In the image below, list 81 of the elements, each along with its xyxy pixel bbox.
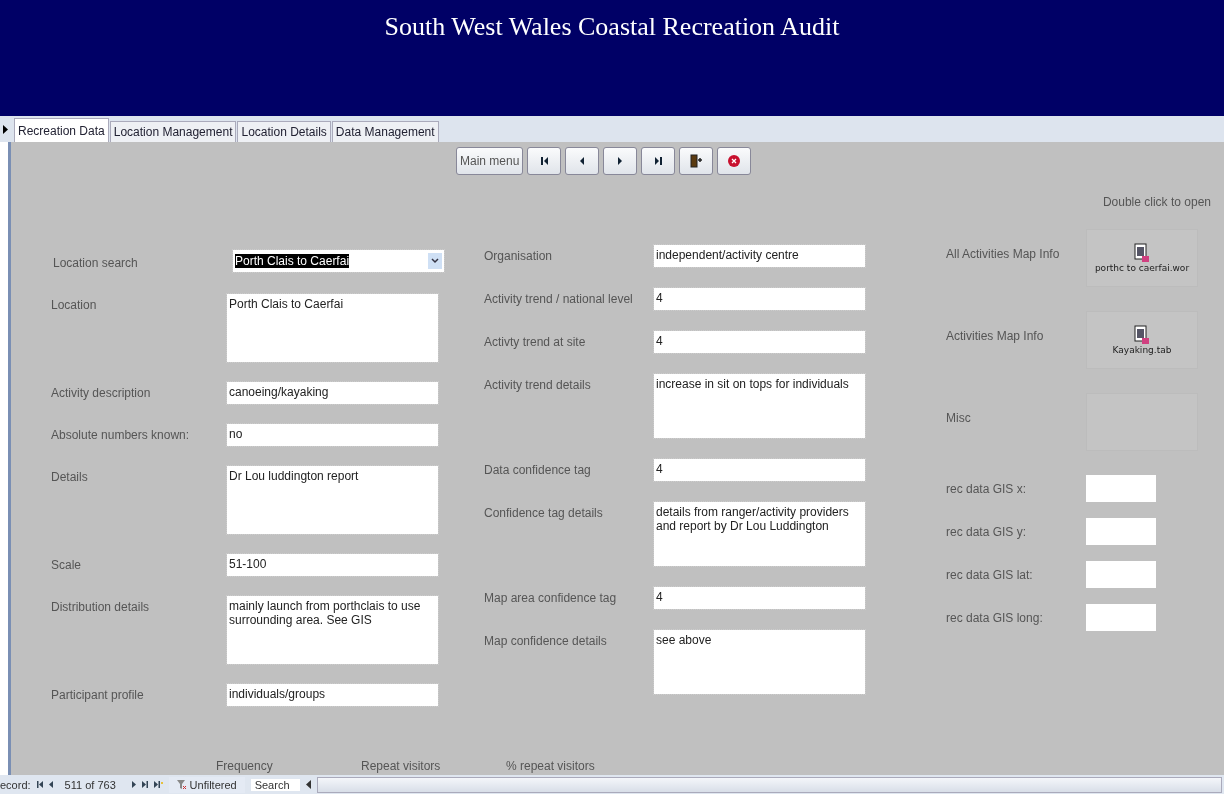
new-record-button[interactable] [679,147,714,175]
field-label: Participant profile [51,687,145,702]
tab[interactable]: Data Management [331,121,439,142]
next-icon [618,157,623,165]
first-record-icon[interactable] [36,781,43,788]
text-field[interactable]: increase in sit on tops for individuals [654,374,865,438]
field-label: rec data GIS long: [946,610,1044,625]
search-field[interactable]: Search [250,778,300,791]
field-label: Data confidence tag [484,462,592,477]
text-field[interactable]: Dr Lou luddington report [227,466,438,534]
filter-button[interactable]: Unfiltered [168,776,245,793]
field-label: Activity trend details [484,377,592,392]
text-field[interactable] [1086,604,1156,631]
column-header: Frequency [216,759,274,773]
text-field[interactable]: details from ranger/activity providers and report by Dr Lou Luddington [654,502,865,566]
text-field[interactable]: 4 [654,288,865,310]
text-field[interactable]: no [227,424,438,446]
previous-icon [580,157,585,165]
text-field[interactable]: 51-100 [227,554,438,576]
close-icon [728,155,741,167]
field-label: rec data GIS y: [946,524,1028,539]
text-field[interactable]: Porth Clais to Caerfai [227,294,438,362]
tab[interactable]: Location Details [237,121,331,142]
field-label: Misc [946,410,972,425]
field-label: Location search [53,255,139,270]
tab[interactable]: Location Management [109,121,237,142]
field-label: Distribution details [51,599,151,614]
text-field[interactable]: canoeing/kayaking [227,382,438,404]
document-icon [1134,325,1150,345]
record-position-field[interactable]: 511 of 763 [58,778,126,791]
field-label: Confidence tag details [484,505,604,520]
window-title: South West Wales Coastal Recreation Audit [384,12,840,42]
next-record-icon[interactable] [131,781,136,788]
field-label: Map area confidence tag [484,590,618,605]
text-field[interactable]: independent/activity centre [654,245,865,267]
column-header: % repeat visitors [506,759,596,773]
first-record-button[interactable] [527,147,562,175]
main-menu-button[interactable]: Main menu [456,147,524,175]
field-label: Map confidence details [484,633,608,648]
field-label: rec data GIS lat: [946,567,1034,582]
text-field[interactable]: 4 [654,331,865,353]
last-record-icon[interactable] [141,781,148,788]
field-label: Activity trend / national level [484,291,634,306]
field-label: All Activities Map Info [946,246,1061,261]
field-label: Absolute numbers known: [51,427,191,442]
close-button[interactable] [717,147,752,175]
field-label: Organisation [484,248,554,263]
previous-record-icon[interactable] [48,781,53,788]
location-combo-box[interactable]: Porth Clais to Caerfai [233,250,444,272]
tab[interactable]: Recreation Data [14,118,109,142]
door-icon [690,154,703,168]
text-field[interactable]: 4 [654,459,865,481]
last-record-button[interactable] [641,147,676,175]
field-label: Scale [51,557,83,572]
horizontal-scrollbar[interactable] [316,776,1222,793]
text-field[interactable] [1086,561,1156,588]
record-label: ecord: [0,778,31,791]
dropdown-icon [428,253,442,269]
record-selector-icon [3,124,8,134]
attachment-field[interactable]: Kayaking.tab [1086,311,1198,369]
text-field[interactable] [1086,475,1156,502]
first-icon [540,157,548,165]
scroll-left-icon[interactable] [305,780,311,789]
field-label: Details [51,469,89,484]
text-field[interactable]: 4 [654,587,865,609]
text-field[interactable]: see above [654,630,865,694]
attachment-field[interactable]: porthc to caerfai.wor [1086,229,1198,287]
last-icon [654,157,662,165]
field-label: Activity description [51,385,152,400]
field-label: Location [51,297,98,312]
text-field[interactable]: individuals/groups [227,684,438,706]
text-field[interactable]: mainly launch from porthclais to use surrounding area. See GIS [227,596,438,664]
new-record-icon[interactable] [153,781,163,788]
hint-text: Double click to open [1102,195,1211,209]
document-icon [1134,243,1150,263]
filter-icon [176,779,187,790]
field-label: rec data GIS x: [946,481,1028,496]
field-label: Activities Map Info [946,328,1045,343]
text-field[interactable] [1086,518,1156,545]
column-header: Repeat visitors [361,759,442,773]
field-label: Activty trend at site [484,334,587,349]
